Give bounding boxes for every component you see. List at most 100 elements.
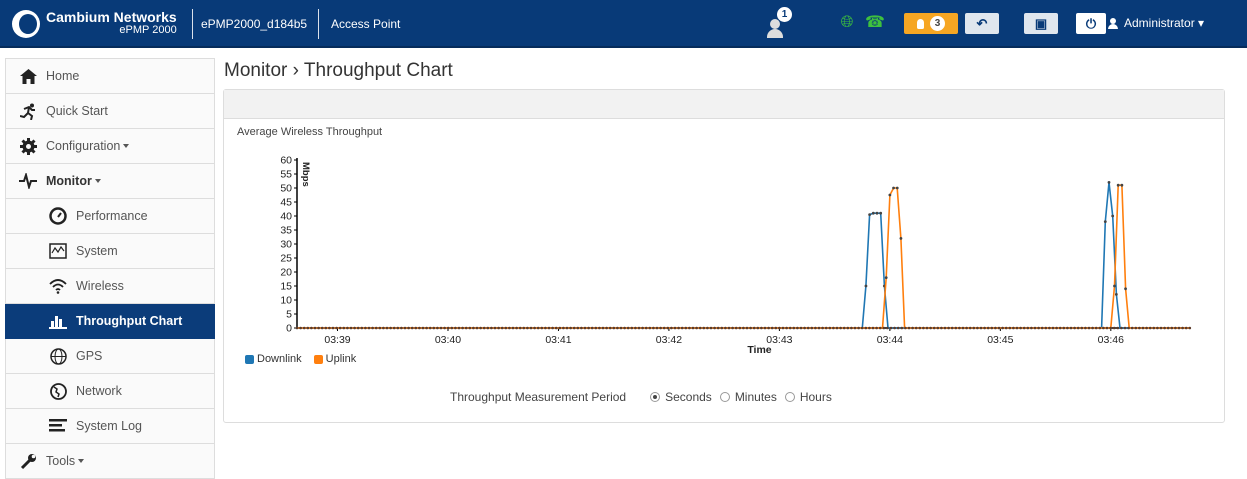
sidebar-item-configuration[interactable]: Configuration [5, 129, 215, 164]
baseline-point [515, 326, 518, 330]
sidebar-item-throughput-chart[interactable]: Throughput Chart [5, 304, 215, 339]
baseline-point [1134, 326, 1138, 330]
header-divider [318, 9, 319, 39]
baseline-point [569, 326, 572, 330]
sidebar-item-tools[interactable]: Tools [5, 444, 215, 479]
connected-users-button[interactable]: 1 [765, 7, 793, 39]
baseline-point [1152, 326, 1156, 330]
baseline-point [655, 326, 659, 330]
reboot-button[interactable]: ⏻ [1076, 13, 1106, 34]
sidebar-item-quick-start[interactable]: Quick Start [5, 94, 215, 129]
baseline-point [310, 326, 313, 330]
baseline-point [493, 326, 497, 330]
caret-down-icon [123, 144, 130, 148]
period-option-seconds[interactable]: Seconds [650, 390, 712, 404]
y-tick-label: 10 [280, 295, 292, 307]
baseline-point [374, 326, 378, 330]
period-option-minutes[interactable]: Minutes [719, 390, 777, 404]
baseline-point [407, 326, 410, 330]
sidebar-item-home[interactable]: Home [5, 58, 215, 94]
period-option-hours[interactable]: Hours [784, 390, 832, 404]
baseline-point [662, 326, 666, 330]
baseline-point [634, 326, 637, 330]
y-axis-label: Mbps [300, 162, 311, 187]
save-button[interactable]: ▣ [1024, 13, 1058, 34]
baseline-point [306, 326, 310, 330]
data-point [1111, 214, 1115, 218]
gps-signal-icon[interactable]: ☎︎ [865, 14, 885, 32]
data-point [1103, 220, 1107, 224]
sidebar-item-label: Network [76, 384, 122, 398]
baseline-point [450, 326, 454, 330]
baseline-point [868, 326, 871, 330]
baseline-point [1105, 326, 1109, 330]
baseline-point [806, 326, 810, 330]
y-tick-label: 15 [280, 281, 292, 293]
radio-label: Hours [799, 390, 832, 404]
baseline-point [324, 326, 328, 330]
brand-logo-group[interactable]: Cambium Networks ePMP 2000 [12, 8, 177, 40]
baseline-point [1145, 326, 1148, 330]
baseline-point [338, 326, 342, 330]
sidebar-item-network[interactable]: Network [5, 374, 215, 409]
cambium-logo-icon [12, 10, 40, 38]
baseline-point [943, 326, 947, 330]
baseline-point [1069, 326, 1073, 330]
sidebar-item-gps[interactable]: GPS [5, 339, 215, 374]
baseline-point [511, 326, 515, 330]
baseline-point [320, 326, 324, 330]
x-tick-label: 03:41 [545, 334, 571, 346]
baseline-point [958, 326, 961, 330]
radio-minutes[interactable] [719, 392, 730, 402]
baseline-point [1084, 326, 1087, 330]
baseline-point [950, 326, 954, 330]
baseline-point [954, 326, 958, 330]
baseline-point [724, 326, 727, 330]
baseline-point [684, 326, 688, 330]
baseline-point [695, 326, 698, 330]
baseline-point [544, 326, 547, 330]
legend-item-uplink[interactable]: Uplink [313, 353, 356, 365]
data-point [1114, 293, 1118, 296]
globe-status-icon[interactable]: 🌐︎ [838, 14, 856, 32]
sidebar-item-system[interactable]: System [5, 234, 215, 269]
baseline-point [882, 326, 886, 330]
user-menu[interactable]: Administrator ▾ [1108, 16, 1204, 30]
x-tick-label: 03:45 [987, 334, 1013, 346]
legend-item-downlink[interactable]: Downlink [245, 353, 302, 365]
baseline-point [1141, 326, 1145, 330]
undo-button[interactable]: ↶ [965, 13, 999, 34]
baseline-point [698, 326, 702, 330]
baseline-point [792, 326, 796, 330]
baseline-point [418, 326, 421, 330]
baseline-point [850, 326, 853, 330]
baseline-point [364, 326, 367, 330]
baseline-point [781, 326, 785, 330]
radio-hours[interactable] [784, 392, 795, 402]
baseline-point [371, 326, 374, 330]
baseline-point [1130, 326, 1134, 330]
baseline-point [745, 326, 749, 330]
baseline-point [551, 326, 554, 330]
sidebar-item-performance[interactable]: Performance [5, 199, 215, 234]
baseline-point [947, 326, 950, 330]
baseline-point [1033, 326, 1037, 330]
alarms-button[interactable]: 3 [904, 13, 958, 34]
y-tick-label: 55 [280, 169, 292, 181]
sidebar-item-system-log[interactable]: System Log [5, 409, 215, 444]
baseline-point [1008, 326, 1012, 330]
baseline-point [896, 326, 900, 330]
radio-seconds[interactable] [650, 392, 661, 402]
bar-chart-icon [48, 311, 68, 331]
baseline-point [490, 326, 493, 330]
sidebar-item-wireless[interactable]: Wireless [5, 269, 215, 304]
baseline-point [821, 326, 824, 330]
data-point [1107, 181, 1111, 184]
baseline-point [1001, 326, 1004, 330]
save-icon: ▣ [1034, 15, 1048, 31]
baseline-point [432, 326, 436, 330]
baseline-point [907, 326, 911, 330]
baseline-point [461, 326, 464, 330]
sidebar-item-monitor[interactable]: Monitor [5, 164, 215, 199]
data-point [879, 211, 883, 215]
